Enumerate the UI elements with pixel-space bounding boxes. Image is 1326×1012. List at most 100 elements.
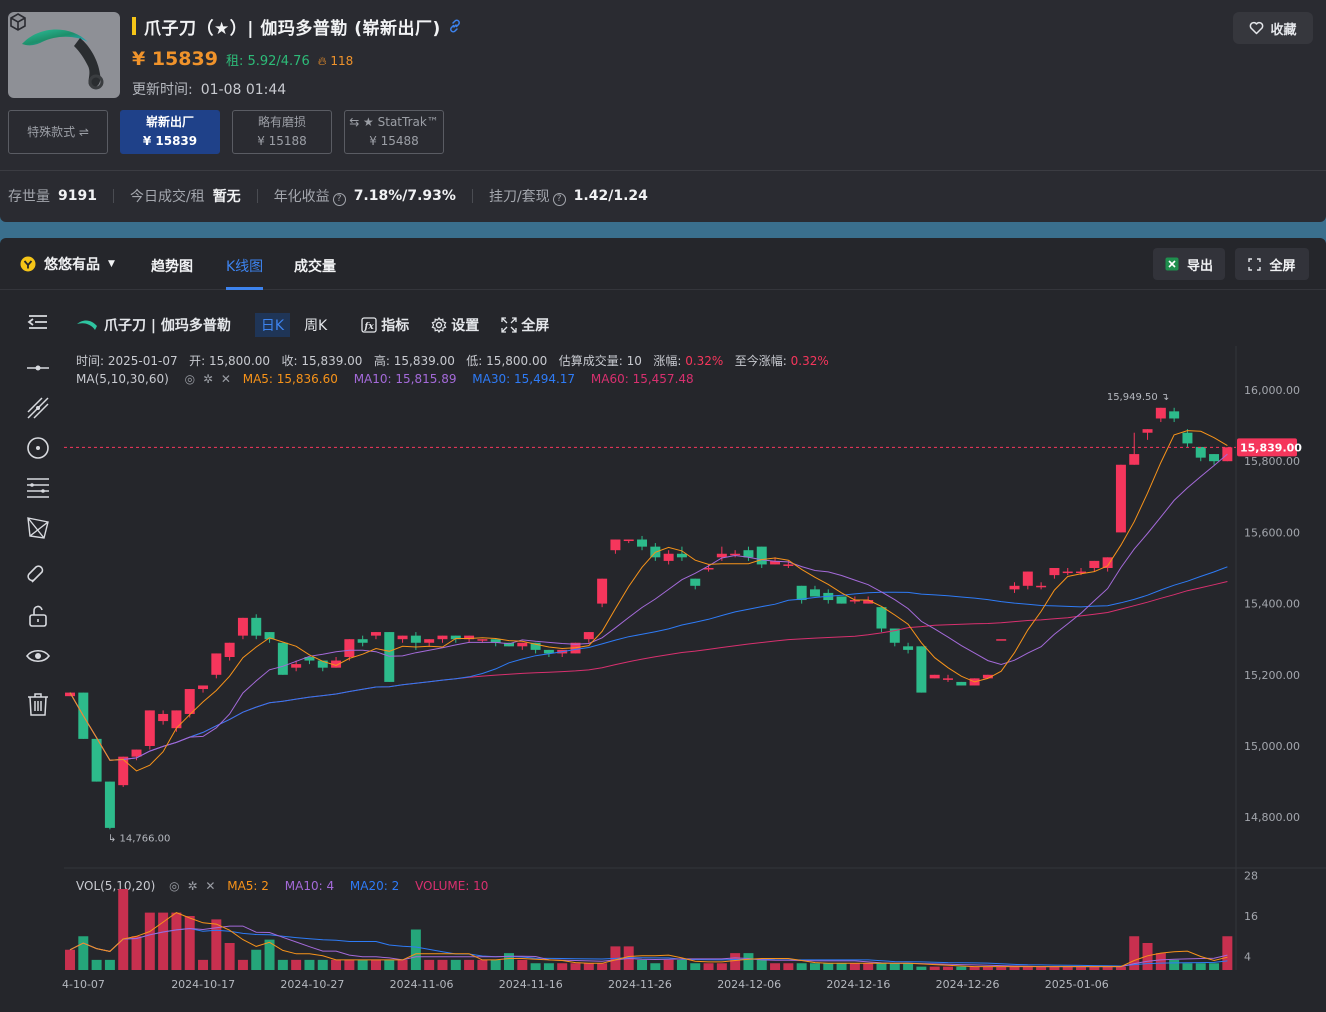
volume-bar bbox=[916, 966, 927, 970]
candle-body bbox=[1036, 585, 1047, 588]
candle-body bbox=[437, 635, 448, 640]
candle bbox=[1022, 571, 1033, 590]
candle-body bbox=[637, 539, 648, 547]
volume-bar bbox=[384, 959, 395, 970]
volume-bar bbox=[1115, 966, 1126, 970]
kline-chart[interactable]: 16,000.00 15,800.00 15,600.00 15,400.00 15,2… bbox=[0, 238, 1326, 1012]
candle-body bbox=[1155, 407, 1166, 419]
volume-bar bbox=[823, 963, 834, 970]
candle-body bbox=[756, 546, 767, 565]
candle bbox=[464, 635, 475, 643]
candle-body bbox=[291, 664, 302, 668]
candle-body bbox=[836, 596, 847, 604]
volume-bar bbox=[956, 966, 967, 970]
volume-bar bbox=[504, 953, 514, 970]
candle bbox=[876, 607, 887, 633]
candle-body bbox=[1142, 429, 1153, 433]
volume-bar bbox=[597, 963, 608, 970]
volume-bar bbox=[437, 959, 448, 970]
candle-body bbox=[903, 646, 914, 650]
volume-bar bbox=[929, 966, 940, 970]
volume-bar bbox=[836, 963, 847, 970]
candle-body bbox=[610, 539, 621, 551]
stats-bar: 存世量 9191 今日成交/租 暂无 年化收益? 7.18%/7.93% 挂刀/套现?… bbox=[8, 186, 648, 206]
volume-bar bbox=[1036, 966, 1047, 970]
volume-bar bbox=[730, 953, 741, 970]
candle-body bbox=[251, 617, 262, 636]
candle-body bbox=[118, 756, 129, 786]
candle-body bbox=[676, 553, 687, 558]
candle-body bbox=[158, 713, 169, 722]
volume-bar bbox=[1102, 966, 1113, 970]
volume-bar bbox=[1195, 963, 1206, 970]
volume-bar bbox=[809, 963, 820, 970]
candle-body bbox=[1062, 571, 1073, 574]
wear-option-stattrak[interactable]: ⇆ ★ StatTrak™ ¥ 15488 bbox=[344, 110, 444, 154]
candle bbox=[716, 546, 727, 561]
candle bbox=[809, 585, 820, 597]
volume-bar bbox=[251, 949, 262, 970]
volume-bar bbox=[277, 959, 288, 970]
volume-bar bbox=[317, 959, 328, 970]
vol-tick-label: 16 bbox=[1244, 910, 1258, 923]
volume-bar bbox=[543, 963, 554, 970]
candle bbox=[1102, 557, 1113, 572]
candle bbox=[1115, 464, 1126, 533]
volume-bar bbox=[450, 959, 461, 970]
candle-body bbox=[1182, 432, 1193, 444]
volume-bar bbox=[224, 943, 235, 970]
volume-bar bbox=[863, 963, 874, 970]
last-price-label: 15,839.00 bbox=[1240, 441, 1302, 454]
candle-body bbox=[144, 710, 155, 746]
volume-bar bbox=[1022, 966, 1033, 970]
candle bbox=[663, 550, 674, 565]
candle-body bbox=[623, 539, 634, 542]
wear-option-special[interactable]: 特殊款式 ⇌ bbox=[8, 110, 108, 154]
volume-bar bbox=[770, 963, 781, 970]
wear-option-minimal-wear[interactable]: 略有磨损 ¥ 15188 bbox=[232, 110, 332, 154]
candle-body bbox=[477, 639, 488, 641]
volume-bar bbox=[1049, 966, 1060, 970]
candle bbox=[610, 539, 621, 554]
help-icon[interactable]: ? bbox=[552, 193, 566, 206]
favorite-button[interactable]: 收藏 bbox=[1233, 12, 1313, 44]
volume-bar bbox=[344, 959, 355, 970]
wear-option-factory-new[interactable]: 崭新出厂 ¥ 15839 bbox=[120, 110, 220, 154]
y-tick-label: 14,800.00 bbox=[1244, 811, 1300, 824]
volume-bar bbox=[397, 959, 408, 970]
candle bbox=[1009, 582, 1020, 593]
candle-body bbox=[916, 646, 927, 693]
volume-bar bbox=[131, 936, 142, 970]
candle bbox=[929, 674, 940, 679]
candle bbox=[1195, 446, 1206, 462]
volume-bar bbox=[637, 959, 648, 970]
link-icon[interactable] bbox=[447, 18, 463, 34]
volume-bar bbox=[291, 959, 302, 970]
candle bbox=[277, 642, 288, 675]
candle bbox=[198, 685, 209, 693]
volume-bar bbox=[1209, 963, 1220, 970]
volume-bar bbox=[849, 963, 860, 970]
x-tick-label: 2024-12-26 bbox=[936, 978, 1000, 991]
volume-bar bbox=[663, 959, 674, 970]
wear-selector: 特殊款式 ⇌ 崭新出厂 ¥ 15839 略有磨损 ¥ 15188 ⇆ ★ StatT… bbox=[8, 110, 444, 154]
volume-bar bbox=[304, 959, 315, 970]
volume-bar bbox=[1222, 936, 1233, 970]
candle-body bbox=[104, 781, 115, 828]
volume-bar bbox=[410, 929, 421, 970]
x-tick-label: 2024-11-26 bbox=[608, 978, 672, 991]
candle-body bbox=[956, 681, 967, 686]
candle bbox=[144, 710, 155, 750]
3d-cube-icon[interactable] bbox=[8, 12, 28, 32]
help-icon[interactable]: ? bbox=[332, 193, 346, 206]
candle-body bbox=[876, 607, 887, 629]
candle bbox=[1155, 407, 1166, 423]
candle-body bbox=[424, 639, 435, 643]
candle bbox=[91, 738, 102, 782]
candle-body bbox=[690, 578, 701, 586]
candle bbox=[424, 639, 435, 647]
candle bbox=[756, 546, 767, 568]
candle bbox=[1036, 582, 1047, 590]
volume-bar bbox=[490, 959, 501, 970]
candle-body bbox=[517, 642, 528, 647]
